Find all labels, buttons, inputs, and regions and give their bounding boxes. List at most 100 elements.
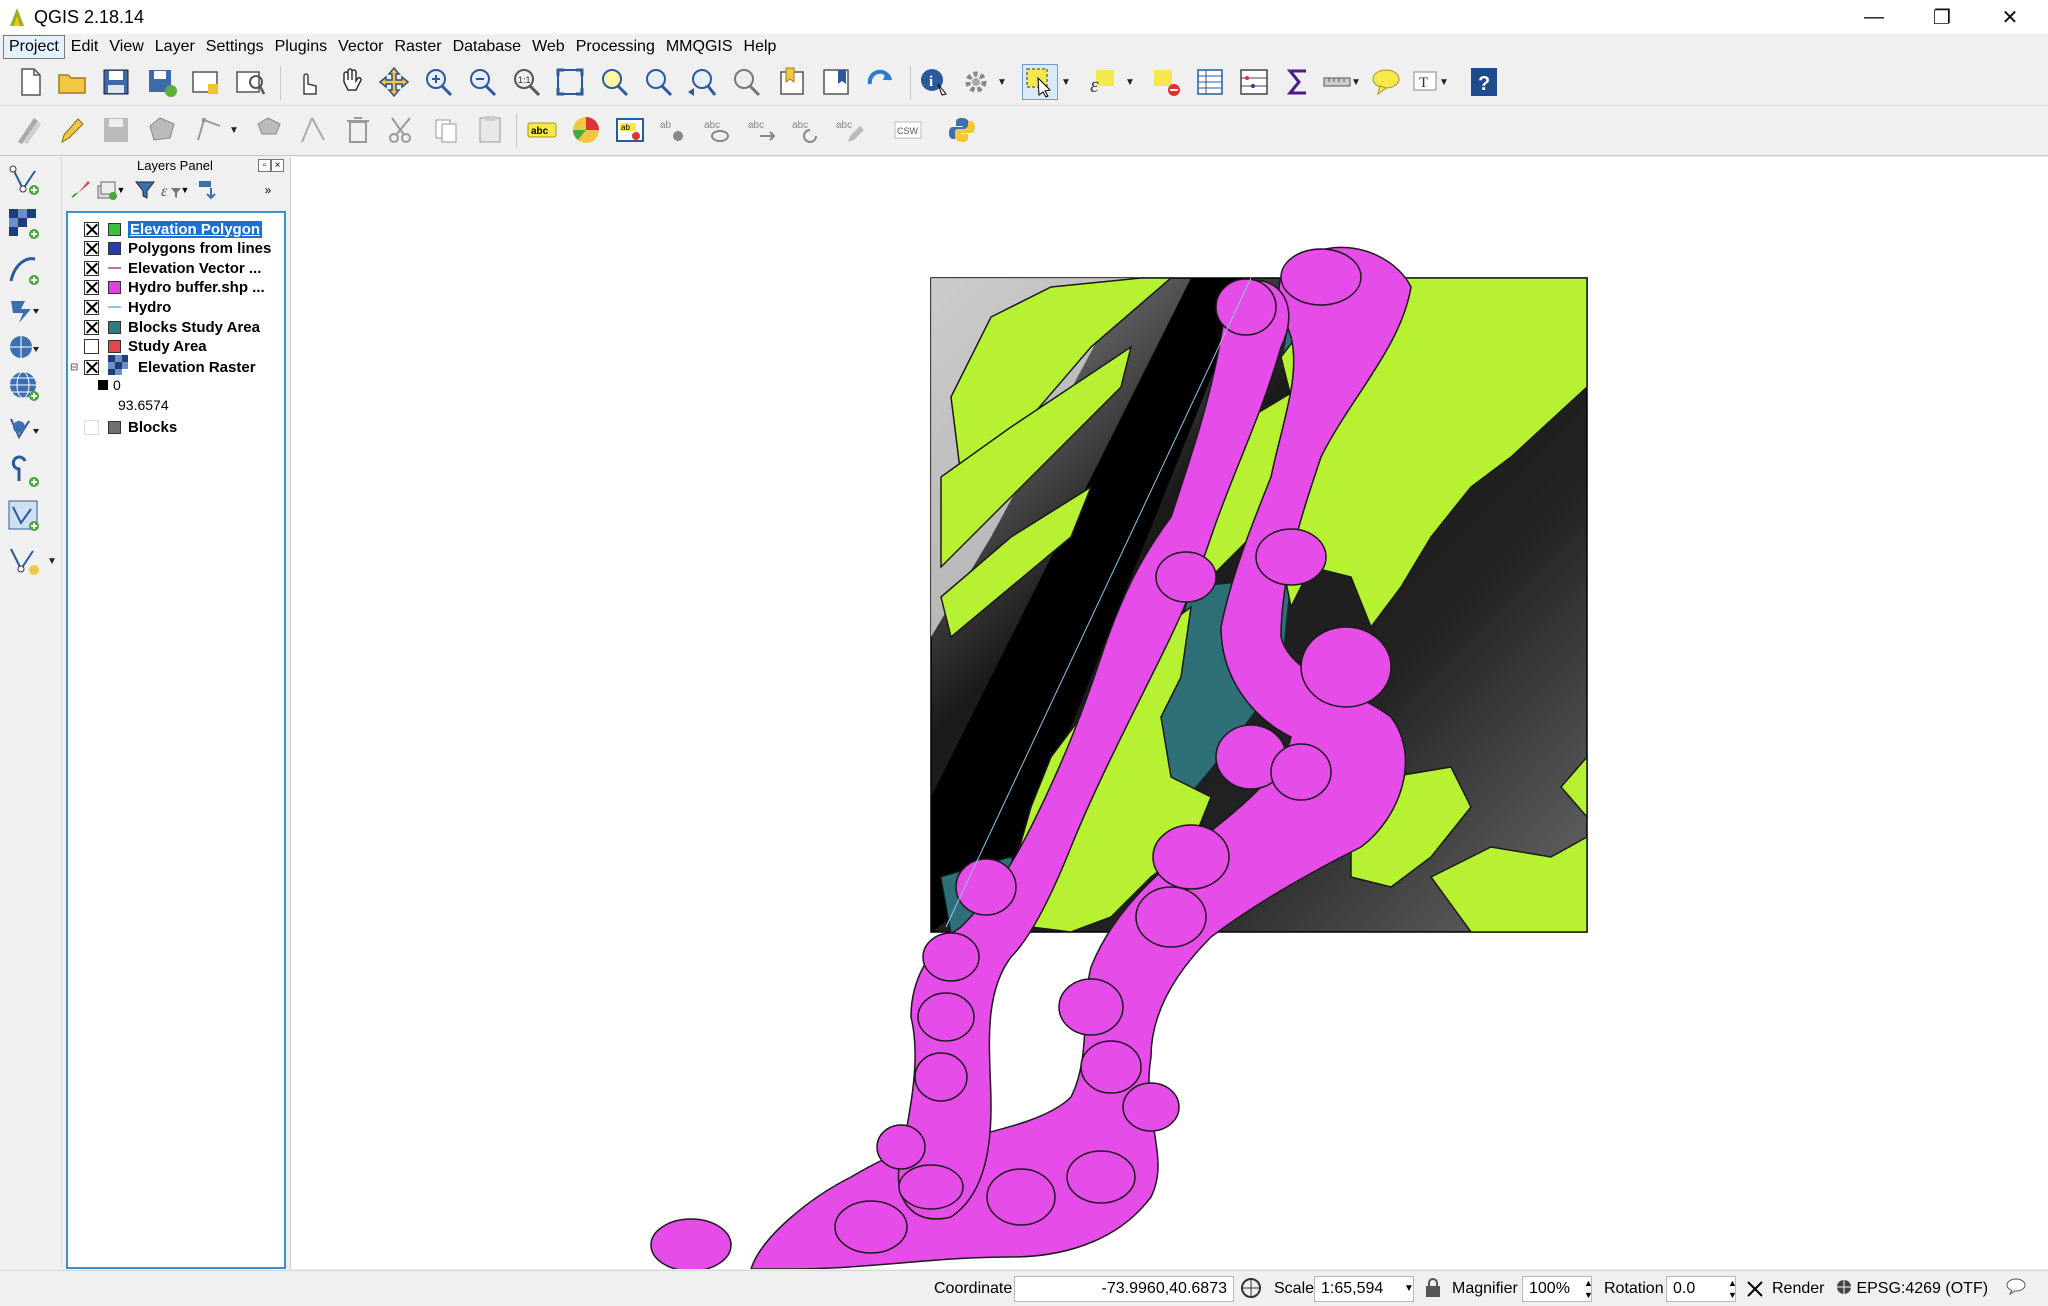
show-hide-labels-button[interactable]: abc bbox=[700, 112, 736, 148]
layer-row-study-area[interactable]: Study Area bbox=[68, 336, 284, 356]
float-panel-button[interactable]: ▫ bbox=[258, 159, 271, 172]
node-dropdown-arrow[interactable]: ▼ bbox=[228, 112, 240, 148]
zoom-in-button[interactable] bbox=[420, 64, 456, 100]
zoom-to-selection-button[interactable] bbox=[596, 64, 632, 100]
run-feature-action-button[interactable] bbox=[958, 64, 994, 100]
close-panel-button[interactable]: × bbox=[271, 159, 284, 172]
scale-dropdown-arrow[interactable]: ▼ bbox=[1404, 1277, 1414, 1301]
add-virtual-layer-button[interactable] bbox=[4, 453, 44, 491]
menu-plugins[interactable]: Plugins bbox=[270, 36, 332, 58]
pan-to-selection-button[interactable] bbox=[376, 64, 412, 100]
layer-row-blocks-study-area[interactable]: Blocks Study Area bbox=[68, 317, 284, 337]
layer-visibility-checkbox[interactable] bbox=[84, 359, 99, 375]
layer-visibility-checkbox[interactable] bbox=[84, 419, 99, 435]
menu-database[interactable]: Database bbox=[448, 36, 527, 58]
map-tips-button[interactable] bbox=[1368, 64, 1404, 100]
zoom-out-button[interactable] bbox=[464, 64, 500, 100]
collapse-arrow-icon[interactable]: ⊟ bbox=[70, 362, 78, 373]
move-feature-button[interactable] bbox=[252, 112, 288, 148]
menu-mmqgis[interactable]: MMQGIS bbox=[661, 36, 738, 58]
render-checkbox[interactable] bbox=[1746, 1277, 1764, 1301]
layer-row-elevation-vector[interactable]: Elevation Vector ... bbox=[68, 258, 284, 278]
lock-scale-icon[interactable] bbox=[1424, 1277, 1442, 1301]
toggle-extents-icon[interactable] bbox=[1240, 1277, 1262, 1301]
zoom-to-layer-button[interactable] bbox=[640, 64, 676, 100]
layer-visibility-checkbox[interactable] bbox=[84, 279, 99, 295]
refresh-button[interactable] bbox=[862, 64, 898, 100]
add-delimited-text-button[interactable] bbox=[4, 251, 44, 289]
current-edits-button[interactable] bbox=[10, 112, 46, 148]
expression-dropdown-arrow[interactable]: ▼ bbox=[1124, 64, 1136, 100]
filter-legend-button[interactable] bbox=[132, 177, 158, 203]
paste-features-button[interactable] bbox=[472, 112, 508, 148]
magnifier-stepper[interactable]: ▲ ▼ bbox=[1584, 1277, 1593, 1301]
annotation-dropdown-arrow[interactable]: ▼ bbox=[1438, 64, 1450, 100]
new-bookmark-button[interactable] bbox=[774, 64, 810, 100]
menu-project[interactable]: Project bbox=[3, 35, 65, 59]
scale-combobox[interactable]: 1:65,594 bbox=[1314, 1276, 1414, 1302]
save-layer-edits-button[interactable] bbox=[98, 112, 134, 148]
zoom-full-button[interactable] bbox=[552, 64, 588, 100]
show-bookmarks-button[interactable] bbox=[818, 64, 854, 100]
move-label-button[interactable]: abc bbox=[744, 112, 780, 148]
menu-layer[interactable]: Layer bbox=[150, 36, 200, 58]
add-feature-button[interactable] bbox=[144, 112, 180, 148]
layer-row-hydro-buffer[interactable]: Hydro buffer.shp ... bbox=[68, 277, 284, 297]
new-print-composer-button[interactable] bbox=[188, 64, 224, 100]
add-wfs-layer-button[interactable] bbox=[4, 411, 44, 449]
open-project-button[interactable] bbox=[54, 64, 90, 100]
layer-row-blocks[interactable]: Blocks bbox=[68, 417, 284, 437]
expand-all-button[interactable] bbox=[196, 177, 222, 203]
minimize-button[interactable]: — bbox=[1840, 0, 1908, 34]
vertex-tool-button[interactable] bbox=[296, 112, 332, 148]
field-calculator-button[interactable] bbox=[1236, 64, 1272, 100]
add-raster-layer-button[interactable] bbox=[4, 205, 44, 243]
copy-features-button[interactable] bbox=[428, 112, 464, 148]
toggle-editing-button[interactable] bbox=[54, 112, 90, 148]
add-wms-layer-button[interactable] bbox=[4, 329, 44, 367]
open-attribute-table-button[interactable] bbox=[1192, 64, 1228, 100]
layer-visibility-checkbox[interactable] bbox=[84, 260, 99, 276]
layer-visibility-checkbox[interactable] bbox=[84, 240, 99, 256]
new-shapefile-layer-button[interactable] bbox=[4, 497, 44, 535]
menu-view[interactable]: View bbox=[104, 36, 148, 58]
python-console-button[interactable] bbox=[944, 112, 980, 148]
layer-row-polygons-from-lines[interactable]: Polygons from lines bbox=[68, 238, 284, 258]
menu-web[interactable]: Web bbox=[527, 36, 570, 58]
pin-labels-button[interactable]: ab bbox=[656, 112, 692, 148]
statistical-summary-button[interactable] bbox=[1280, 64, 1316, 100]
delete-selected-button[interactable] bbox=[340, 112, 376, 148]
csw-button[interactable]: CSW bbox=[890, 112, 926, 148]
layer-visibility-checkbox[interactable] bbox=[84, 319, 99, 335]
select-features-button[interactable] bbox=[1022, 64, 1058, 100]
rotation-stepper[interactable]: ▲ ▼ bbox=[1728, 1277, 1737, 1301]
save-as-button[interactable] bbox=[144, 64, 180, 100]
coordinate-field[interactable]: -73.9960,40.6873 bbox=[1014, 1276, 1234, 1302]
menu-settings[interactable]: Settings bbox=[201, 36, 269, 58]
layer-visibility-checkbox[interactable] bbox=[84, 338, 99, 354]
more-tools-button[interactable]: » bbox=[260, 177, 276, 203]
filter-dropdown-arrow[interactable]: ▼ bbox=[178, 177, 192, 203]
crs-status-button[interactable]: EPSG:4269 (OTF) bbox=[1836, 1277, 1988, 1301]
layer-visibility-checkbox[interactable] bbox=[84, 221, 99, 237]
menu-edit[interactable]: Edit bbox=[66, 36, 104, 58]
layer-row-hydro[interactable]: Hydro bbox=[68, 297, 284, 317]
menu-vector[interactable]: Vector bbox=[333, 36, 388, 58]
help-button[interactable]: ? bbox=[1466, 64, 1502, 100]
messages-button[interactable] bbox=[2006, 1277, 2026, 1301]
map-canvas[interactable] bbox=[290, 157, 2048, 1269]
action-dropdown-arrow[interactable]: ▼ bbox=[996, 64, 1008, 100]
menu-raster[interactable]: Raster bbox=[389, 36, 446, 58]
layer-row-elevation-polygon[interactable]: Elevation Polygon bbox=[68, 219, 284, 239]
composer-manager-button[interactable] bbox=[232, 64, 268, 100]
rotation-spinbox[interactable]: 0.0 bbox=[1666, 1276, 1736, 1302]
zoom-native-button[interactable]: 1:1 bbox=[508, 64, 544, 100]
add-group-dropdown-arrow[interactable]: ▼ bbox=[114, 177, 128, 203]
select-by-expression-button[interactable]: ε bbox=[1086, 64, 1122, 100]
close-window-button[interactable]: ✕ bbox=[1976, 0, 2044, 34]
restore-button[interactable]: ❐ bbox=[1908, 0, 1976, 34]
touch-zoom-button[interactable] bbox=[290, 64, 326, 100]
style-manager-button[interactable] bbox=[68, 177, 94, 203]
cut-features-button[interactable] bbox=[384, 112, 420, 148]
zoom-last-button[interactable] bbox=[684, 64, 720, 100]
